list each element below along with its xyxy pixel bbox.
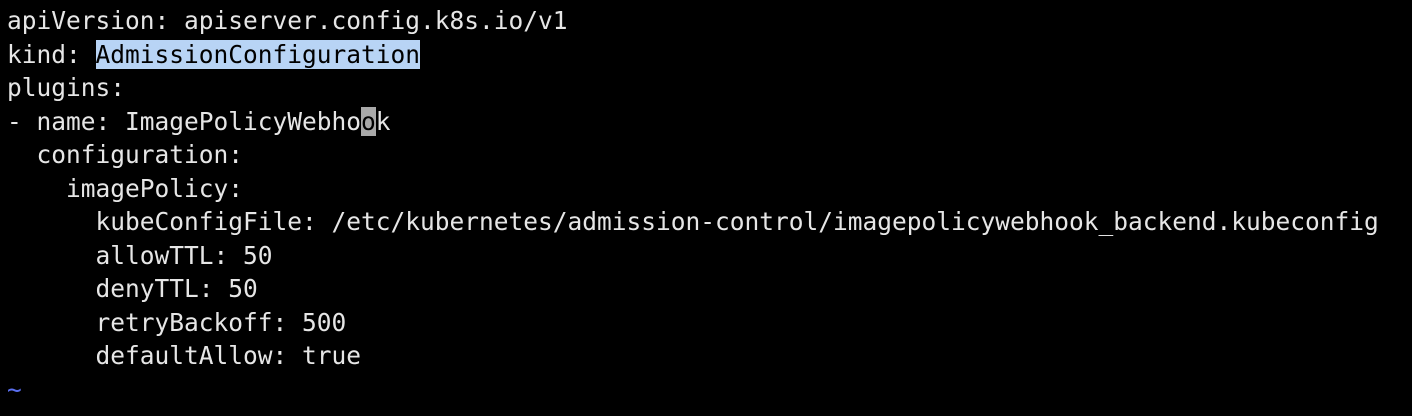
code-line-api-version: apiVersion: apiserver.config.k8s.io/v1 xyxy=(7,6,568,35)
kind-key: kind: xyxy=(7,39,96,69)
code-line-deny-ttl: denyTTL: 50 xyxy=(7,274,258,303)
code-line-default-allow: defaultAllow: true xyxy=(7,341,362,370)
code-line-kind: kind: AdmissionConfiguration xyxy=(7,38,1412,72)
code-line-kube-config-file: kubeConfigFile: /etc/kubernetes/admissio… xyxy=(7,207,1379,236)
text-cursor: o xyxy=(361,106,376,136)
code-line-plugins: plugins: xyxy=(7,73,126,102)
terminal-editor[interactable]: apiVersion: apiserver.config.k8s.io/v1 k… xyxy=(0,0,1412,416)
plugin-name-text: - name: ImagePolicyWebho xyxy=(7,106,362,136)
code-line-image-policy: imagePolicy: xyxy=(7,173,244,203)
plugin-name-tail: k xyxy=(375,106,391,136)
code-line-retry-backoff: retryBackoff: 500 xyxy=(7,307,347,337)
code-line-allow-ttl: allowTTL: 50 xyxy=(7,240,273,270)
empty-line-tilde: ~ xyxy=(7,374,22,404)
code-line-configuration: configuration: xyxy=(7,140,244,169)
code-line-plugin-name: - name: ImagePolicyWebhook xyxy=(7,105,1412,139)
selected-text: AdmissionConfiguration xyxy=(95,39,421,69)
